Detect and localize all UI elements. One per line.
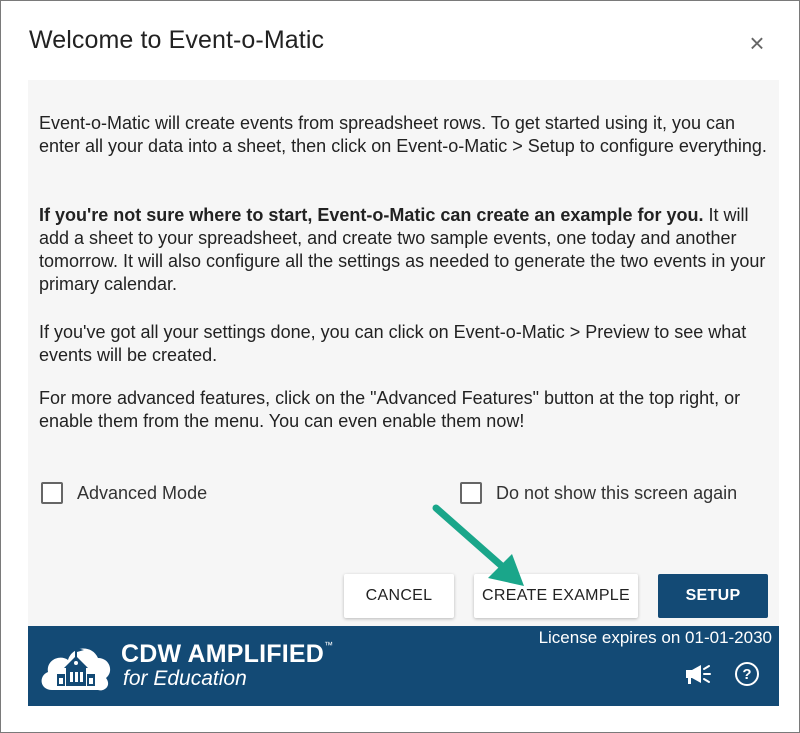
intro-paragraph: Event-o-Matic will create events from sp…	[39, 113, 767, 156]
brand-name-text: CDW AMPLIFIED	[121, 640, 325, 668]
advanced-mode-checkbox-row[interactable]: Advanced Mode	[41, 482, 207, 504]
cloud-school-logo-icon	[41, 648, 111, 691]
setup-button[interactable]: SETUP	[658, 574, 768, 618]
advanced-paragraph: For more advanced features, click on the…	[39, 388, 741, 431]
brand-name: CDW AMPLIFIED™	[121, 640, 333, 669]
megaphone-icon[interactable]	[684, 664, 712, 686]
welcome-dialog: Welcome to Event-o-Matic × Event-o-Matic…	[0, 0, 800, 733]
brand-trademark: ™	[324, 640, 334, 650]
advanced-mode-checkbox[interactable]	[41, 482, 63, 504]
example-paragraph: If you're not sure where to start, Event…	[39, 204, 771, 296]
footer-banner: CDW AMPLIFIED™ for Education License exp…	[28, 626, 779, 706]
help-icon[interactable]: ?	[735, 662, 759, 686]
example-paragraph-bold: If you're not sure where to start, Event…	[39, 205, 704, 225]
dialog-title: Welcome to Event-o-Matic	[29, 26, 325, 54]
advanced-mode-label[interactable]: Advanced Mode	[77, 483, 207, 504]
license-expiry: License expires on 01-01-2030	[538, 628, 772, 647]
close-icon[interactable]: ×	[741, 28, 773, 58]
dialog-content: Event-o-Matic will create events from sp…	[28, 80, 779, 626]
annotation-arrow	[432, 504, 524, 586]
preview-paragraph: If you've got all your settings done, yo…	[39, 322, 747, 365]
brand-subtitle: for Education	[123, 667, 247, 690]
